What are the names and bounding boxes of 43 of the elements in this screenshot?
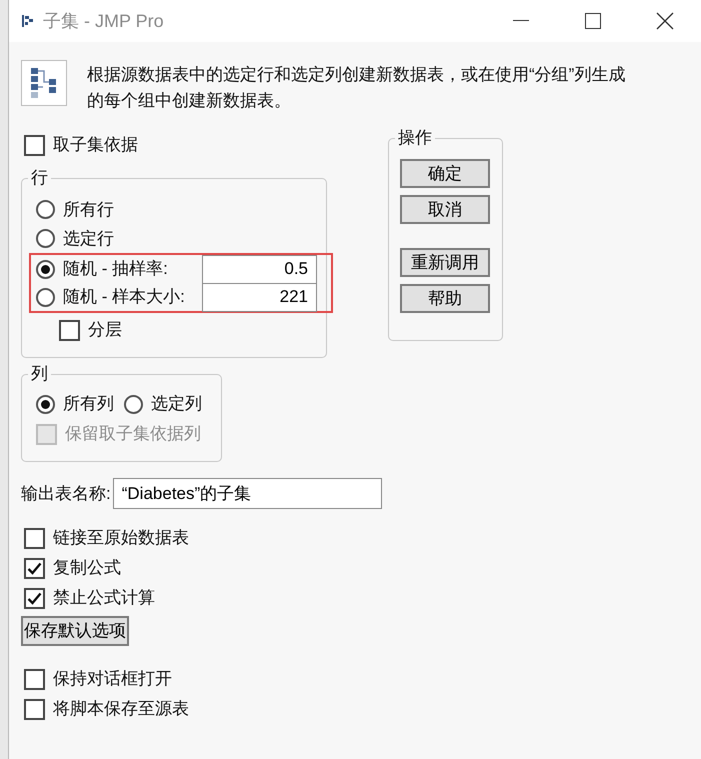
checkbox-label: 保留取子集依据列 [65,423,201,446]
action-button[interactable]: 确定 [400,159,490,188]
radio-button[interactable] [36,200,55,219]
radio-button[interactable] [36,394,55,414]
checkbox[interactable] [24,528,45,548]
number-field[interactable]: 221 [202,282,317,312]
action-button[interactable]: 取消 [400,195,490,224]
field-label: 输出表名称: [21,482,111,505]
minimize-icon [513,20,529,22]
checkbox[interactable] [24,668,45,690]
output-table-name-field[interactable]: “Diabetes”的子集 [112,478,382,509]
checkbox[interactable] [24,558,45,578]
radio-label: 选定行 [63,228,115,250]
checkbox-label: 将脚本保存至源表 [53,698,189,720]
subset-icon [21,60,67,106]
window-title: 子集 - JMP Pro [43,10,164,32]
checkbox-label: 保持对话框打开 [53,668,172,690]
radio-label: 所有列 [63,393,114,416]
radio-button[interactable] [36,288,55,306]
number-field[interactable]: 0.5 [202,254,317,284]
checkbox-label: 链接至原始数据表 [53,527,189,550]
checkbox-label: 禁止公式计算 [53,587,155,610]
checkbox-label: 分层 [88,319,122,342]
radio-button[interactable] [36,260,55,278]
save-defaults-button[interactable]: 保存默认选项 [21,616,129,646]
close-icon [656,12,674,30]
radio-label: 所有行 [63,198,115,221]
action-button[interactable]: 重新调用 [400,248,490,277]
radio-button[interactable] [36,229,55,248]
radio-label: 随机 - 样本大小: [63,286,186,308]
maximize-icon [585,13,601,29]
description-text: 根据源数据表中的选定行和选定列创建新数据表，或在使用“分组”列生成的每个组中创建新数据表。 [87,64,626,112]
checkbox-label: 复制公式 [53,557,121,580]
radio-label: 随机 - 抽样率: [63,258,169,280]
radio-button[interactable] [124,394,143,414]
app-icon [21,14,35,28]
checkbox-label: 取子集依据 [53,134,138,156]
checkbox[interactable] [24,698,45,720]
checkbox[interactable] [24,588,45,608]
action-button[interactable]: 帮助 [400,284,490,313]
radio-label: 选定列 [151,393,202,416]
checkbox[interactable] [59,320,80,340]
checkbox[interactable] [24,134,45,156]
